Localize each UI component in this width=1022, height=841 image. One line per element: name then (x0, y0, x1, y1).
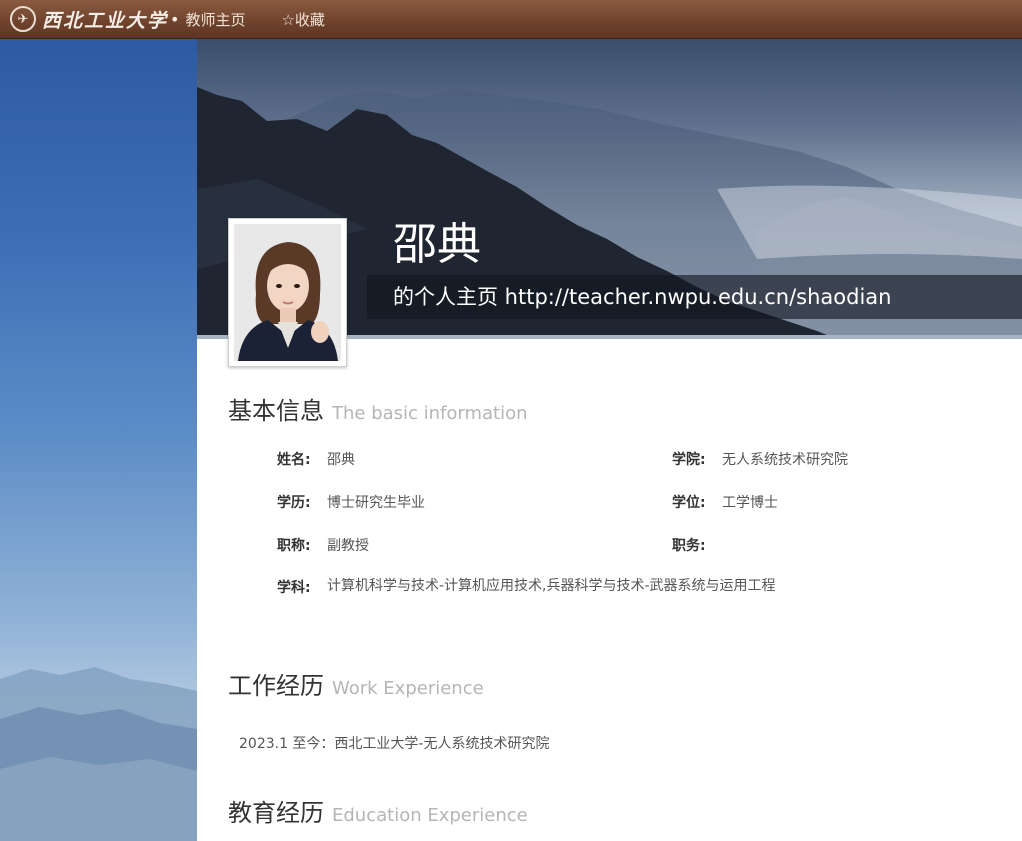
field-label-college: 学院: (672, 452, 706, 468)
basic-info-title-cn: 基本信息 (228, 397, 324, 425)
education-experience-title-cn: 教育经历 (228, 799, 324, 827)
education-experience-title-en: Education Experience (332, 805, 528, 826)
basic-info-title-en: The basic information (332, 403, 528, 424)
field-label-education: 学历: (277, 495, 311, 511)
field-label-degree: 学位: (672, 495, 706, 511)
field-value-name: 邵典 (327, 452, 355, 468)
work-experience-title-cn: 工作经历 (228, 672, 324, 700)
university-emblem-icon: ✈ (10, 6, 36, 32)
field-value-title: 副教授 (327, 538, 369, 554)
nav-teacher-home-link[interactable]: 教师主页 (185, 9, 245, 30)
field-value-education: 博士研究生毕业 (327, 495, 425, 511)
education-experience-section-title: 教育经历 Education Experience (228, 793, 528, 828)
profile-photo (228, 218, 347, 367)
field-label-discipline: 学科: (277, 580, 311, 596)
logo-separator: • (170, 9, 180, 29)
profile-portrait-image (234, 224, 341, 361)
teacher-name-heading: 邵典 (393, 219, 481, 270)
field-label-title: 职称: (277, 538, 311, 554)
homepage-url-text[interactable]: 的个人主页 http://teacher.nwpu.edu.cn/shaodia… (393, 282, 891, 312)
work-experience-title-en: Work Experience (332, 678, 484, 699)
work-experience-item: 2023.1 至今：西北工业大学-无人系统技术研究院 (239, 736, 550, 752)
field-label-position: 职务: (672, 538, 706, 554)
field-value-college: 无人系统技术研究院 (722, 452, 848, 468)
logo-text: 西北工业大学 (42, 9, 169, 32)
left-background-scenery (0, 39, 197, 841)
left-mountain-silhouette (0, 667, 197, 841)
profile-main-panel: 邵典 的个人主页 http://teacher.nwpu.edu.cn/shao… (197, 39, 1022, 841)
field-label-name: 姓名: (277, 452, 311, 468)
basic-info-section-title: 基本信息 The basic information (228, 391, 528, 426)
field-value-discipline: 计算机科学与技术-计算机应用技术,兵器科学与技术-武器系统与运用工程 (327, 578, 776, 594)
university-logo[interactable]: ✈ 西北工业大学 • (10, 6, 183, 33)
top-nav-bar: ✈ 西北工业大学 • 教师主页 ☆收藏 (0, 0, 1022, 39)
nav-favorite-link[interactable]: ☆收藏 (281, 9, 324, 30)
field-value-degree: 工学博士 (722, 495, 778, 511)
work-experience-section-title: 工作经历 Work Experience (228, 666, 484, 701)
